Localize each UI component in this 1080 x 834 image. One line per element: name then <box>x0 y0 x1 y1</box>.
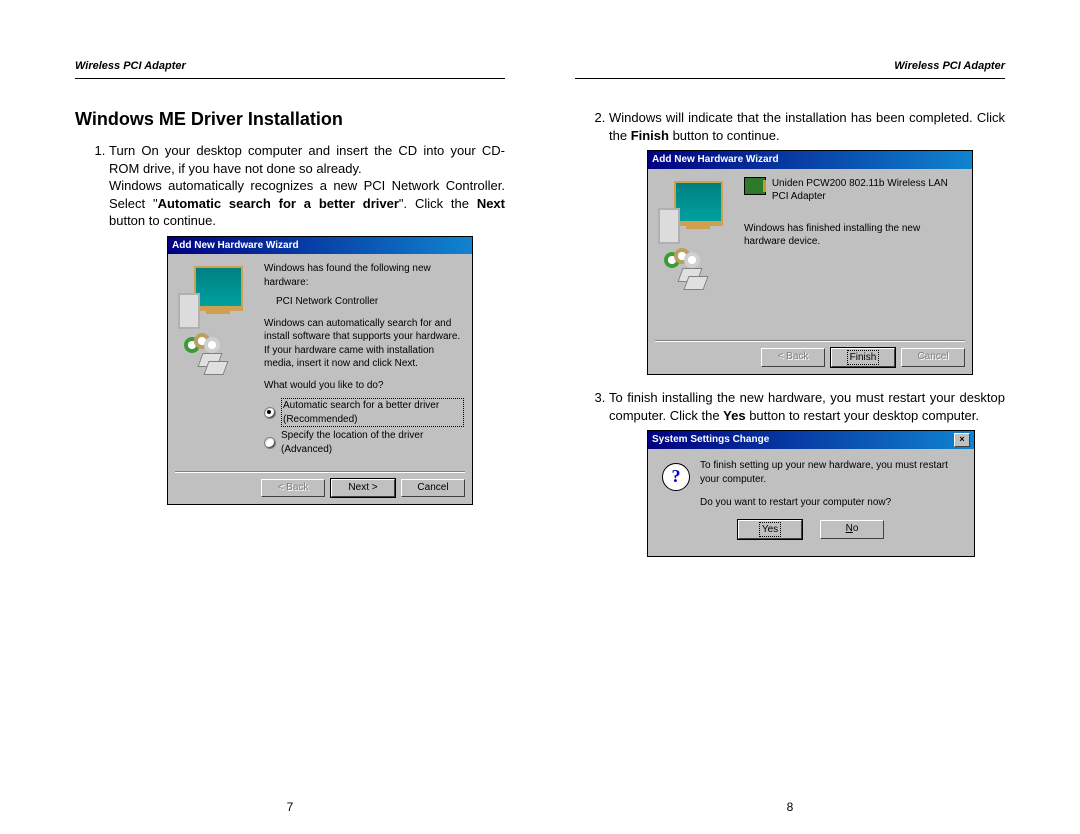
tower-icon <box>178 293 200 329</box>
wizard-dialog-1: Add New Hardware Wizard <box>167 236 473 505</box>
found-text: Windows has found the following new hard… <box>264 262 464 289</box>
dialog-title: Add New Hardware Wizard <box>652 153 968 167</box>
radio-icon <box>264 407 276 419</box>
monitor-icon <box>194 266 243 311</box>
wizard-dialog-2: Add New Hardware Wizard <box>647 150 973 375</box>
step1-line1: Turn On your desktop computer and insert… <box>109 142 505 177</box>
back-button: < Back <box>761 348 825 368</box>
system-settings-dialog: System Settings Change × ? To finish set… <box>647 430 975 557</box>
back-button: < Back <box>261 479 325 497</box>
question-icon: ? <box>662 463 690 491</box>
cancel-button: Cancel <box>901 348 965 368</box>
tower-icon <box>658 208 680 244</box>
prompt-text: What would you like to do? <box>264 379 464 393</box>
titlebar: System Settings Change × <box>648 431 974 449</box>
step1-line2: Windows automatically recognizes a new P… <box>109 177 505 230</box>
page-header: Wireless PCI Adapter <box>575 60 1005 79</box>
no-button[interactable]: No <box>820 520 884 540</box>
wizard-artwork <box>176 262 256 458</box>
step-1: Turn On your desktop computer and insert… <box>109 142 505 505</box>
radio-icon <box>264 437 276 449</box>
page-number: 7 <box>75 780 505 814</box>
section-heading: Windows ME Driver Installation <box>75 109 505 130</box>
device-name: PCI Network Controller <box>276 295 464 309</box>
restart-line2: Do you want to restart your computer now… <box>700 496 964 510</box>
next-button[interactable]: Next > <box>331 479 395 497</box>
close-icon[interactable]: × <box>954 433 970 447</box>
titlebar: Add New Hardware Wizard <box>168 237 472 255</box>
page-header: Wireless PCI Adapter <box>75 60 505 79</box>
yes-button[interactable]: Yes <box>738 520 802 540</box>
radio-option-specify[interactable]: Specify the location of the driver (Adva… <box>264 429 464 456</box>
radio-label: Automatic search for a better driver (Re… <box>281 398 464 427</box>
step-2: Windows will indicate that the installat… <box>609 109 1005 375</box>
step-3: To finish installing the new hardware, y… <box>609 389 1005 557</box>
cancel-button[interactable]: Cancel <box>401 479 465 497</box>
description-text: Windows can automatically search for and… <box>264 317 464 371</box>
dialog-title: Add New Hardware Wizard <box>172 239 468 253</box>
page-number: 8 <box>575 780 1005 814</box>
titlebar: Add New Hardware Wizard <box>648 151 972 169</box>
device-name: Uniden PCW200 802.11b Wireless LAN PCI A… <box>772 177 964 204</box>
pci-card-icon <box>744 177 766 195</box>
dialog-title: System Settings Change <box>652 433 954 447</box>
finish-button[interactable]: Finish <box>831 348 895 368</box>
monitor-icon <box>674 181 723 226</box>
radio-option-auto[interactable]: Automatic search for a better driver (Re… <box>264 398 464 427</box>
radio-label: Specify the location of the driver (Adva… <box>281 429 464 456</box>
restart-line1: To finish setting up your new hardware, … <box>700 459 964 486</box>
wizard-artwork <box>656 177 736 262</box>
finished-text: Windows has finished installing the new … <box>744 222 964 249</box>
